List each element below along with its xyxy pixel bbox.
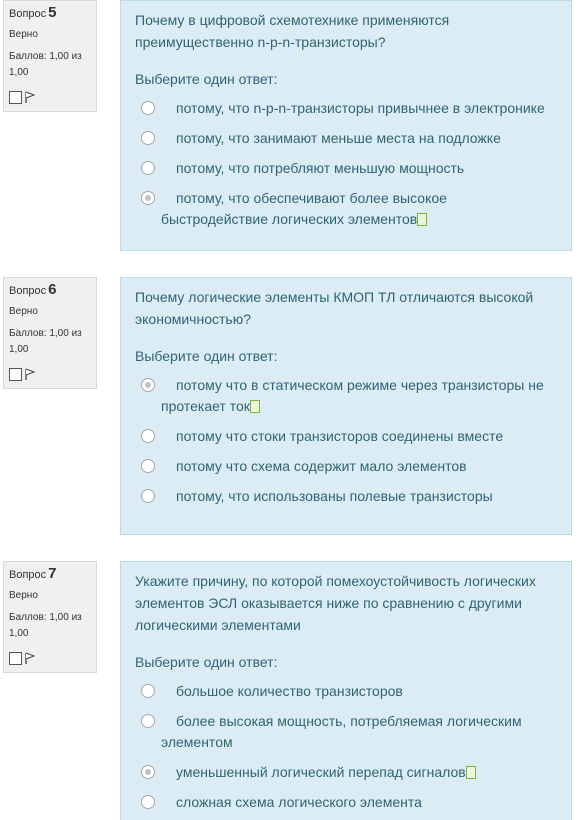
question-state: Верно [9,306,38,317]
flag-checkbox[interactable] [9,367,22,381]
radio-button[interactable] [141,101,155,115]
answer-option[interactable]: потому, что занимают меньше места на под… [135,128,557,149]
flag-icon[interactable] [24,368,36,381]
answer-prompt: Выберите один ответ: [135,71,278,87]
answer-option[interactable]: сложная схема логического элемента [135,792,557,813]
answer-option[interactable]: потому, что использованы полевые транзис… [135,486,557,507]
question-grade: Баллов: 1,00 из 1,00 [9,612,82,639]
answer-prompt: Выберите один ответ: [135,654,278,670]
answer-option-selected[interactable]: уменьшенный логический перепад сигналов [135,762,557,783]
answer-option[interactable]: потому, что потребляют меньшую мощность [135,158,557,179]
radio-button[interactable] [141,489,155,503]
radio-button[interactable] [141,795,155,809]
answer-option[interactable]: потому что стоки транзисторов соединены … [135,426,557,447]
question-state: Верно [9,590,38,601]
radio-button[interactable] [141,459,155,473]
question-text: Почему в цифровой схемотехнике применяют… [135,12,450,50]
correct-mark-icon [417,213,428,226]
flag-icon[interactable] [24,91,36,104]
answer-option[interactable]: потому, что n-p-n-транзисторы привычнее … [135,98,557,119]
question-number: Вопрос 5 [9,4,57,21]
question-text: Почему логические элементы КМОП ТЛ отлич… [135,289,534,327]
question-content-6: Почему логические элементы КМОП ТЛ отлич… [120,277,572,535]
answer-option[interactable]: более высокая мощность, потребляемая лог… [135,711,557,753]
flag-question[interactable] [9,89,91,105]
answer-option-selected[interactable]: потому, что обеспечивают более высокое б… [135,188,557,230]
question-content-7: Укажите причину, по которой помехоустойч… [120,561,572,820]
question-content-5: Почему в цифровой схемотехнике применяют… [120,0,572,251]
flag-checkbox[interactable] [9,90,22,104]
flag-checkbox[interactable] [9,651,22,665]
question-number: Вопрос 7 [9,565,57,582]
question-text: Укажите причину, по которой помехоустойч… [135,573,536,633]
question-grade: Баллов: 1,00 из 1,00 [9,328,82,355]
radio-button[interactable] [141,131,155,145]
question-info-5: Вопрос 5 Верно Баллов: 1,00 из 1,00 [3,0,97,112]
radio-button[interactable] [141,684,155,698]
radio-button[interactable] [141,429,155,443]
question-state: Верно [9,29,38,40]
question-info-6: Вопрос 6 Верно Баллов: 1,00 из 1,00 [3,277,97,389]
answer-prompt: Выберите один ответ: [135,348,278,364]
question-grade: Баллов: 1,00 из 1,00 [9,51,82,78]
flag-question[interactable] [9,366,91,382]
radio-button[interactable] [141,714,155,728]
flag-question[interactable] [9,650,91,666]
radio-button-selected[interactable] [141,765,155,779]
radio-button-selected[interactable] [141,378,155,392]
answer-option-selected[interactable]: потому что в статическом режиме через тр… [135,375,557,417]
answer-option[interactable]: потому что схема содержит мало элементов [135,456,557,477]
correct-mark-icon [465,766,476,779]
question-info-7: Вопрос 7 Верно Баллов: 1,00 из 1,00 [3,561,97,673]
radio-button[interactable] [141,161,155,175]
radio-button-selected[interactable] [141,191,155,205]
correct-mark-icon [249,400,260,413]
question-number: Вопрос 6 [9,281,57,298]
flag-icon[interactable] [24,652,36,665]
answer-option[interactable]: большое количество транзисторов [135,681,557,702]
